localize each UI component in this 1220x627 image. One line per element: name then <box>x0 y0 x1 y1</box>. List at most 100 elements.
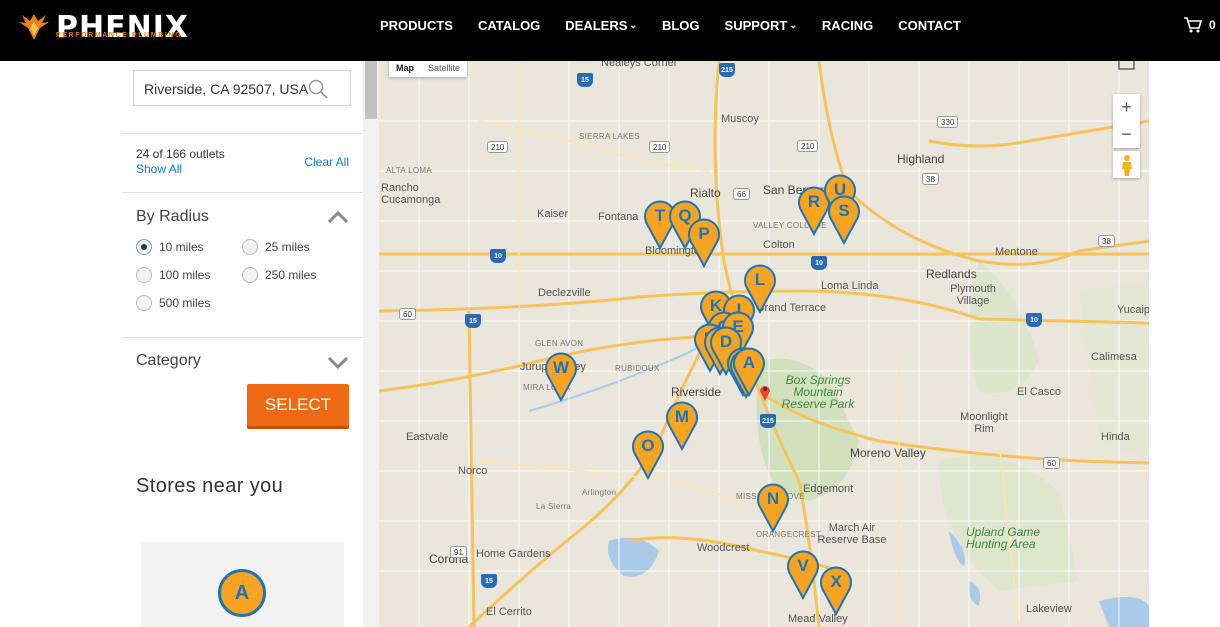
page-right-gutter <box>1149 61 1220 627</box>
chevron-down-icon: ⌄ <box>789 20 797 30</box>
cart-button[interactable]: 0 <box>1183 16 1216 34</box>
radius-option-10[interactable]: 10 miles <box>136 239 204 255</box>
place-label: Edgemont <box>803 483 854 495</box>
map-type-satellite[interactable]: Satellite <box>421 61 467 77</box>
dealer-marker-M[interactable]: M <box>665 399 699 451</box>
show-all-link[interactable]: Show All <box>136 162 182 176</box>
place-label: Arlington <box>582 488 617 497</box>
place-label: Nealeys Corner <box>601 61 678 69</box>
dealer-marker-X[interactable]: X <box>819 564 853 616</box>
radius-option-label: 25 miles <box>265 240 310 254</box>
search-icon[interactable] <box>308 79 328 99</box>
place-label: ALTA LOMA <box>386 166 432 175</box>
dealer-map[interactable]: Map Satellite + − Nealeys Corner Muscoy … <box>379 61 1149 627</box>
route-210-shield: 210 <box>797 140 819 152</box>
dealer-marker-A[interactable]: A <box>732 345 766 397</box>
route-38-shield: 38 <box>1098 235 1115 247</box>
place-label: Box Springs Mountain Reserve Park <box>781 373 855 411</box>
nav-dealers-label: DEALERS <box>565 18 628 33</box>
street-view-pegman[interactable] <box>1113 151 1140 178</box>
nav-dealers[interactable]: DEALERS ⌄ <box>565 18 637 33</box>
place-label: Lakeview <box>1026 603 1072 615</box>
dealer-marker-P[interactable]: P <box>687 216 721 268</box>
clear-all-link[interactable]: Clear All <box>304 155 349 169</box>
place-label: Woodcrest <box>697 542 750 554</box>
radius-option-label: 100 miles <box>159 268 211 282</box>
place-label: Muscoy <box>721 113 759 125</box>
place-label: Declezville <box>538 287 591 299</box>
map-type-map[interactable]: Map <box>389 61 421 77</box>
radius-option-label: 250 miles <box>265 268 317 282</box>
chevron-up-icon[interactable] <box>327 210 349 224</box>
route-210-shield: 210 <box>649 141 671 153</box>
nav-support[interactable]: SUPPORT ⌄ <box>725 18 797 33</box>
phenix-logo[interactable]: PHENIX <box>16 8 189 48</box>
interstate-10-shield: 10 <box>811 256 827 270</box>
place-label: Fontana <box>598 211 639 223</box>
fullscreen-icon[interactable] <box>1113 61 1140 73</box>
place-label: Loma Linda <box>821 280 879 292</box>
nav-blog[interactable]: BLOG <box>662 18 700 33</box>
scrollbar-thumb[interactable] <box>365 61 377 119</box>
radio-icon <box>136 295 152 311</box>
map-type-toggle: Map Satellite <box>389 61 468 77</box>
nav-racing-label: RACING <box>821 18 874 33</box>
interstate-215-shield: 215 <box>760 414 776 428</box>
interstate-15-shield: 15 <box>481 574 497 588</box>
place-label: RUBIDOUX <box>615 364 660 373</box>
nav-products[interactable]: PRODUCTS <box>380 18 453 33</box>
nav-catalog-label: CATALOG <box>477 18 541 33</box>
place-label: Highland <box>897 152 945 166</box>
place-label: Moreno Valley <box>850 446 926 460</box>
nav-support-label: SUPPORT <box>724 18 788 33</box>
outlet-count: 24 of 166 outlets <box>136 147 225 161</box>
store-marker-badge: A <box>218 569 266 617</box>
divider <box>122 192 363 193</box>
dealer-marker-O[interactable]: O <box>631 428 665 480</box>
site-header: PHENIX PERFORMANCE PLUMBING PRODUCTS CAT… <box>0 0 1220 61</box>
nav-contact[interactable]: CONTACT <box>898 18 961 33</box>
chevron-down-icon[interactable] <box>327 355 349 369</box>
radius-title[interactable]: By Radius <box>136 208 209 226</box>
location-search-value: Riverside, CA 92507, USA <box>144 81 309 97</box>
radio-icon <box>136 267 152 283</box>
nav-catalog[interactable]: CATALOG <box>478 18 540 33</box>
dealer-marker-V[interactable]: V <box>786 548 820 600</box>
nav-blog-label: BLOG <box>661 18 700 33</box>
interstate-15-shield: 15 <box>577 73 593 87</box>
place-label: Kaiser <box>537 208 569 220</box>
place-label: GLEN AVON <box>535 339 584 348</box>
nav-racing[interactable]: RACING <box>822 18 873 33</box>
route-66-shield: 66 <box>733 188 750 200</box>
radio-selected-icon <box>136 239 152 255</box>
category-title[interactable]: Category <box>136 352 201 370</box>
radius-option-25[interactable]: 25 miles <box>242 239 310 255</box>
dealer-marker-S[interactable]: S <box>827 193 861 245</box>
radius-option-label: 10 miles <box>159 240 204 254</box>
cart-icon <box>1184 17 1203 33</box>
divider <box>122 133 363 134</box>
zoom-in-button[interactable]: + <box>1113 94 1140 121</box>
dealer-marker-W[interactable]: W <box>544 350 578 402</box>
location-search-input[interactable]: Riverside, CA 92507, USA <box>133 70 351 106</box>
sidebar-scrollbar[interactable] <box>363 61 379 627</box>
radius-option-250[interactable]: 250 miles <box>242 267 316 283</box>
zoom-out-button[interactable]: − <box>1113 121 1140 148</box>
radio-icon <box>242 267 258 283</box>
place-label: Colton <box>763 239 795 251</box>
place-label: Mentone <box>995 246 1038 258</box>
dealer-marker-N[interactable]: N <box>756 481 790 533</box>
radius-option-500[interactable]: 500 miles <box>136 295 210 311</box>
radius-option-label: 500 miles <box>159 296 211 310</box>
category-select-button[interactable]: SELECT <box>247 384 349 426</box>
radio-icon <box>242 239 258 255</box>
route-60-shield: 60 <box>1043 457 1060 469</box>
place-label: March Air Reserve Base <box>817 522 887 546</box>
radius-option-100[interactable]: 100 miles <box>136 267 210 283</box>
place-label: Eastvale <box>406 431 449 443</box>
chevron-down-icon: ⌄ <box>629 20 637 30</box>
store-card[interactable]: A <box>141 542 344 627</box>
main-nav: PRODUCTS CATALOG DEALERS ⌄ BLOG SUPPORT ⌄ … <box>380 18 986 33</box>
route-330-shield: 330 <box>937 116 959 128</box>
logo-subtitle: PERFORMANCE PLUMBING <box>56 32 183 39</box>
